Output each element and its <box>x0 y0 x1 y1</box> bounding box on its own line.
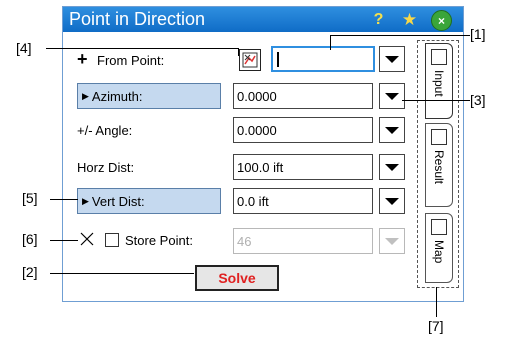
callout-3: [3] <box>470 92 486 108</box>
store-point-checkbox[interactable] <box>105 233 119 247</box>
azimuth-mode-button[interactable]: ▶ Azimuth: <box>77 83 221 109</box>
vert-dist-mode-button[interactable]: ▶ Vert Dist: <box>77 188 221 214</box>
point-in-direction-window: Point in Direction ? ★ × + From Point: ▶… <box>62 6 464 302</box>
horz-dist-input[interactable]: 100.0 ift <box>233 154 373 180</box>
from-point-label: From Point: <box>97 53 165 68</box>
callout-5: [5] <box>22 190 38 206</box>
callout-6-line <box>50 240 78 241</box>
callout-2-line <box>50 273 194 274</box>
angle-label: +/- Angle: <box>77 123 133 138</box>
from-point-input[interactable] <box>271 46 375 72</box>
vert-dist-label: Vert Dist: <box>91 193 145 209</box>
azimuth-dropdown-button[interactable] <box>379 83 405 109</box>
cross-mark-icon <box>80 232 94 246</box>
map-select-icon <box>242 52 258 68</box>
help-icon[interactable]: ? <box>369 10 388 29</box>
store-point-label: Store Point: <box>125 233 193 248</box>
select-from-map-button[interactable] <box>239 49 261 71</box>
vert-dist-dropdown-button[interactable] <box>379 188 405 214</box>
callout-4-leader <box>238 48 239 56</box>
close-icon[interactable]: × <box>431 10 452 31</box>
angle-dropdown-button[interactable] <box>379 117 405 143</box>
callout-7: [7] <box>428 318 444 334</box>
callout-4-line <box>46 48 238 49</box>
tabs-callout-frame <box>417 40 459 288</box>
horz-dist-label: Horz Dist: <box>77 160 135 175</box>
solve-button[interactable]: Solve <box>195 265 279 291</box>
callout-6: [6] <box>22 231 38 247</box>
callout-1-leader <box>330 35 331 50</box>
horz-dist-dropdown-button[interactable] <box>379 154 405 180</box>
callout-7-line <box>436 287 437 317</box>
callout-5-line <box>50 199 78 200</box>
vert-dist-input[interactable]: 0.0 ift <box>233 188 373 214</box>
expand-triangle-icon: ▶ <box>82 90 89 101</box>
window-title: Point in Direction <box>69 9 206 29</box>
title-bar: Point in Direction ? ★ × <box>63 7 463 32</box>
angle-input[interactable]: 0.0000 <box>233 117 373 143</box>
callout-4: [4] <box>16 40 32 56</box>
callout-1-line <box>330 35 470 36</box>
favorites-star-icon[interactable]: ★ <box>400 10 419 29</box>
callout-3-line <box>402 100 470 101</box>
callout-1: [1] <box>470 26 486 42</box>
azimuth-input[interactable]: 0.0000 <box>233 83 373 109</box>
callout-2: [2] <box>22 264 38 280</box>
store-point-input: 46 <box>233 228 373 254</box>
from-point-dropdown-button[interactable] <box>379 46 405 72</box>
azimuth-label: Azimuth: <box>91 88 143 104</box>
store-point-dropdown-button <box>379 228 405 254</box>
expand-triangle-icon: ▶ <box>82 195 89 206</box>
add-point-icon[interactable]: + <box>77 49 88 70</box>
